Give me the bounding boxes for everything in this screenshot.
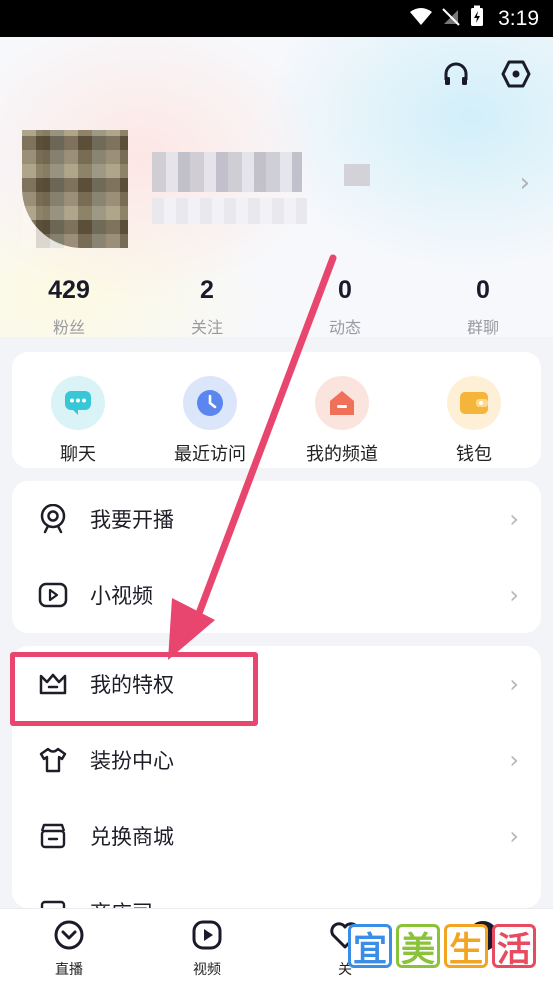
partial-icon [38,897,68,908]
menu-group-broadcast: 我要开播 › 小视频 › [12,481,541,633]
watermark-logo: 宜 美 生 活 [348,924,536,970]
settings-icon[interactable] [499,57,533,91]
live-icon [53,919,85,955]
menu-item-label: 小视频 [90,584,153,608]
quick-action-label: 最近访问 [174,444,246,465]
stats-row: 429 粉丝 2 关注 0 动态 0 群聊 [0,276,553,338]
menu-item-exchange-mall[interactable]: 兑换商城 › [12,798,541,874]
tshirt-icon [38,745,68,775]
quick-actions-card: 聊天 最近访问 我的频道 钱包 [12,352,541,468]
stat-groups[interactable]: 0 群聊 [414,276,552,338]
menu-item-label: 商店司 [90,897,153,908]
quick-action-label: 聊天 [60,444,96,465]
quick-action-wallet[interactable]: 钱包 [408,352,540,468]
header-actions [439,57,533,91]
menu-item-label: 兑换商城 [90,825,174,849]
quick-action-label: 我的频道 [306,444,378,465]
no-signal-icon [442,7,460,31]
user-id-blurred [152,198,307,224]
menu-item-dressup-center[interactable]: 装扮中心 › [12,722,541,798]
menu-item-label: 我要开播 [90,508,174,532]
menu-item-label: 装扮中心 [90,749,174,773]
tab-video[interactable]: 视频 [138,909,276,983]
chevron-right-icon: › [519,168,530,198]
quick-action-label: 钱包 [456,444,492,465]
watermark-char: 美 [396,924,440,970]
stat-label: 关注 [190,318,223,337]
watermark-char: 宜 [348,924,392,970]
clock-time: 3:19 [498,6,539,30]
stat-label: 动态 [328,318,361,337]
house-icon [315,376,369,430]
quick-action-recent-visits[interactable]: 最近访问 [144,352,276,468]
wallet-icon [447,376,501,430]
tab-label: 视频 [193,962,221,978]
profile-header[interactable]: › [22,130,532,250]
stat-value: 0 [338,276,352,304]
stat-label: 群聊 [466,318,499,337]
chevron-right-icon: › [509,746,519,774]
stat-fans[interactable]: 429 粉丝 [0,276,138,338]
quick-action-chat[interactable]: 聊天 [12,352,144,468]
status-bar: 3:19 [0,0,553,37]
menu-item-start-live[interactable]: 我要开播 › [12,481,541,557]
stat-value: 429 [48,276,90,304]
watermark-char: 生 [444,924,488,970]
stat-following[interactable]: 2 关注 [138,276,276,338]
avatar[interactable] [22,130,128,248]
clock-icon [183,376,237,430]
menu-item-partial[interactable]: 商店司 [12,874,541,908]
badge-blurred [344,164,370,186]
headphones-icon[interactable] [439,57,473,91]
menu-item-short-video[interactable]: 小视频 › [12,557,541,633]
chevron-right-icon: › [509,670,519,698]
chat-bubble-icon [51,376,105,430]
stat-value: 2 [200,276,214,304]
watermark-char: 活 [492,924,536,970]
tab-live[interactable]: 直播 [0,909,138,983]
stat-value: 0 [476,276,490,304]
chevron-right-icon: › [509,581,519,609]
webcam-icon [38,504,68,534]
stat-label: 粉丝 [52,318,85,337]
chevron-right-icon: › [509,505,519,533]
stat-posts[interactable]: 0 动态 [276,276,414,338]
quick-action-my-channel[interactable]: 我的频道 [276,352,408,468]
nickname-blurred [152,152,302,192]
wifi-icon [410,7,433,31]
battery-charging-icon [470,5,484,32]
chevron-right-icon: › [509,822,519,850]
highlight-box [10,652,258,726]
video-icon [191,919,223,955]
tab-label: 直播 [55,962,83,978]
shop-icon [38,821,68,851]
play-video-icon [38,580,68,610]
